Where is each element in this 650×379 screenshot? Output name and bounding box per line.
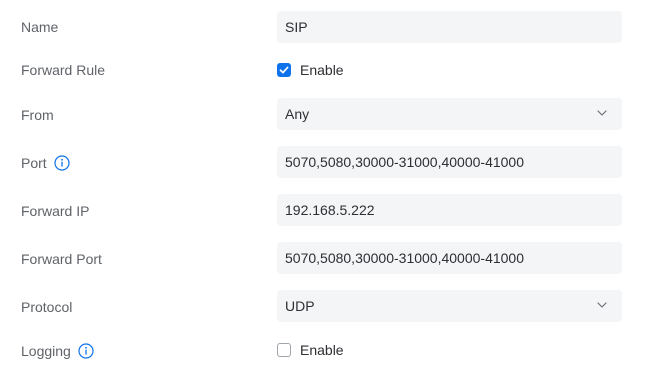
forward-ip-label-text: Forward IP [21,203,90,219]
from-select-value: Any [285,106,310,122]
protocol-label-text: Protocol [21,299,73,315]
port-label: Port [21,154,70,172]
forward-rule-checkbox[interactable] [277,63,291,77]
name-label: Name [21,18,58,36]
port-label-text: Port [21,155,47,171]
forward-rule-toggle[interactable]: Enable [277,60,344,80]
info-icon[interactable] [78,343,94,359]
logging-checkbox-label: Enable [300,342,344,358]
port-input[interactable]: 5070,5080,30000-31000,40000-41000 [277,146,622,178]
protocol-select[interactable]: UDP [277,290,622,322]
forward-port-label-text: Forward Port [21,251,102,267]
name-label-text: Name [21,19,59,35]
logging-label-text: Logging [21,343,71,359]
forward-rule-label: Forward Rule [21,61,105,79]
info-icon[interactable] [54,155,70,171]
forward-rule-checkbox-label: Enable [300,62,344,78]
logging-label: Logging [21,342,94,360]
from-select[interactable]: Any [277,98,622,130]
name-input[interactable]: SIP [277,11,622,43]
forward-port-label: Forward Port [21,250,102,268]
forward-ip-input[interactable]: 192.168.5.222 [277,194,622,226]
from-label: From [21,106,54,124]
protocol-select-value: UDP [285,298,315,314]
forward-port-input[interactable]: 5070,5080,30000-31000,40000-41000 [277,242,622,274]
protocol-label: Protocol [21,298,72,316]
forward-ip-label: Forward IP [21,202,89,220]
logging-checkbox[interactable] [277,343,291,357]
chevron-down-icon [597,110,607,116]
logging-toggle[interactable]: Enable [277,340,344,360]
checkmark-icon [279,66,289,74]
chevron-down-icon [597,302,607,308]
from-label-text: From [21,107,54,123]
rule-form: Name SIP Forward Rule Enable From Any Po… [0,0,650,379]
forward-rule-label-text: Forward Rule [21,62,106,78]
